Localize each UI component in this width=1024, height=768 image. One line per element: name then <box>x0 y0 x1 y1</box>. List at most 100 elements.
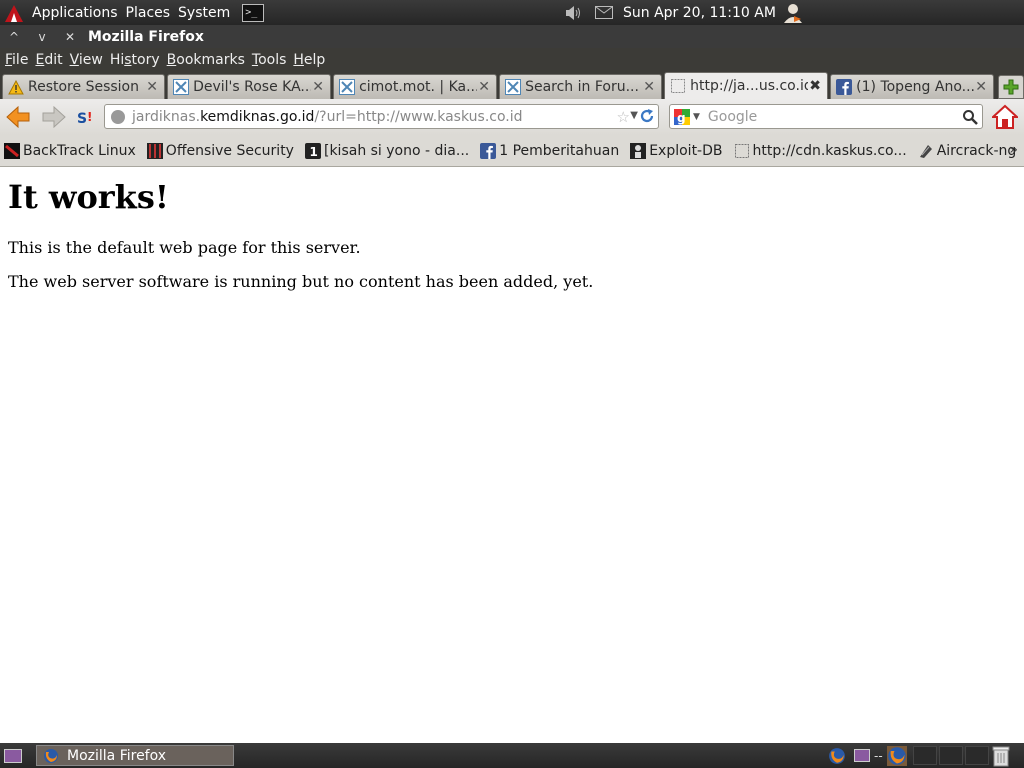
close-icon[interactable]: ✕ <box>477 79 491 95</box>
backtrack-logo-icon[interactable] <box>0 0 28 25</box>
search-bar[interactable]: g ▼ Google <box>669 104 983 129</box>
firefox-icon <box>44 748 58 763</box>
home-icon[interactable] <box>992 104 1018 130</box>
bookmark-offensive-security[interactable]: Offensive Security <box>146 142 294 159</box>
close-icon[interactable]: ✕ <box>145 79 159 95</box>
forward-button[interactable] <box>39 102 69 132</box>
workspace-2[interactable] <box>938 746 963 765</box>
stumbleupon-button[interactable]: S! <box>71 102 101 132</box>
firefox-icon[interactable] <box>828 747 846 765</box>
minimize-icon[interactable]: ^ <box>0 30 28 44</box>
stumbleupon-icon: S! <box>77 110 92 126</box>
bookmark-kisah-si-yono[interactable]: 1 [kisah si yono - dia... <box>304 142 469 159</box>
places-menu[interactable]: Places <box>122 5 175 21</box>
bookmark-backtrack[interactable]: BackTrack Linux <box>4 142 136 159</box>
url-prefix: jardiknas. <box>132 108 201 125</box>
menu-help[interactable]: Help <box>290 52 328 68</box>
aircrack-icon <box>919 144 932 158</box>
tab-restore-session[interactable]: Restore Session ✕ <box>2 74 166 99</box>
tab-devils-rose[interactable]: Devil's Rose KA... ✕ <box>167 74 332 99</box>
facebook-icon <box>480 142 497 159</box>
back-button[interactable] <box>3 102 33 132</box>
system-tray: Sun Apr 20, 11:10 AM <box>565 0 804 25</box>
tab-label: Restore Session <box>28 79 139 95</box>
workspace-1[interactable] <box>912 746 937 765</box>
url-bar[interactable]: jardiknas. kemdiknas.go.id/?url=http://ww… <box>104 104 659 129</box>
history-dropdown-icon[interactable]: ▼ <box>630 110 638 121</box>
exploitdb-icon <box>630 142 647 159</box>
search-engine-dropdown-icon[interactable]: ▼ <box>693 112 700 122</box>
tab-jardiknas[interactable]: http://ja...us.co.id ✖ <box>664 72 829 99</box>
workspace-3[interactable] <box>964 746 989 765</box>
system-menu[interactable]: System <box>174 5 234 21</box>
mail-icon[interactable] <box>595 6 613 19</box>
tab-search-forum[interactable]: Search in Foru... ✕ <box>499 74 663 99</box>
close-icon[interactable]: ✖ <box>808 78 822 94</box>
taskbar-window-label: Mozilla Firefox <box>67 747 167 764</box>
page-heading: It works! <box>8 178 169 216</box>
volume-icon[interactable] <box>565 5 583 21</box>
kaskus-icon <box>173 79 190 95</box>
maximize-icon[interactable]: v <box>28 30 56 44</box>
blank-page-icon <box>734 143 749 158</box>
offsec-icon <box>146 142 163 159</box>
close-icon[interactable]: ✕ <box>642 79 656 95</box>
clock[interactable]: Sun Apr 20, 11:10 AM <box>623 5 776 21</box>
show-desktop-icon[interactable] <box>4 748 22 763</box>
close-icon[interactable]: ✕ <box>311 79 325 95</box>
menu-file[interactable]: File <box>2 52 31 68</box>
user-icon[interactable] <box>782 2 804 24</box>
svg-text:S: S <box>77 111 87 126</box>
tab-cimot[interactable]: cimot.mot. | Ka... ✕ <box>333 74 498 99</box>
tab-strip: Restore Session ✕ Devil's Rose KA... ✕ c… <box>0 72 1024 99</box>
tab-label: Search in Foru... <box>525 79 639 95</box>
menu-edit[interactable]: Edit <box>32 52 65 68</box>
bookmark-star-icon[interactable]: ☆ <box>617 108 630 126</box>
reload-icon[interactable] <box>639 108 655 124</box>
terminal-launcher-icon[interactable]: >_ <box>242 3 265 22</box>
new-tab-button[interactable] <box>998 75 1024 99</box>
firefox-icon[interactable] <box>886 745 907 766</box>
kaskus-icon <box>339 79 356 95</box>
trash-icon[interactable] <box>991 745 1011 767</box>
back-arrow-icon <box>6 106 30 128</box>
menu-bookmarks[interactable]: Bookmarks <box>164 52 248 68</box>
search-icon[interactable] <box>962 109 978 125</box>
bookmark-label: Aircrack-ng <box>936 142 1017 159</box>
bookmarks-toolbar: BackTrack Linux Offensive Security 1 [ki… <box>0 135 1024 167</box>
forward-arrow-icon <box>42 106 66 128</box>
bottom-panel: Mozilla Firefox -- <box>0 743 1024 768</box>
window-list-icon[interactable] <box>854 749 870 762</box>
svg-text:g: g <box>677 111 686 125</box>
svg-text:1: 1 <box>309 145 317 159</box>
window-titlebar[interactable]: ^ v ✕ Mozilla Firefox <box>0 25 1024 48</box>
close-icon[interactable]: ✕ <box>56 30 84 44</box>
bookmark-exploit-db[interactable]: Exploit-DB <box>630 142 723 159</box>
bookmark-aircrack[interactable]: Aircrack-ng <box>918 142 1017 159</box>
tab-label: (1) Topeng Ano... <box>856 79 975 95</box>
bookmark-pemberitahuan[interactable]: 1 Pemberitahuan <box>480 142 619 159</box>
svg-text:!: ! <box>87 110 92 124</box>
blank-page-icon <box>670 78 686 94</box>
tab-label: Devil's Rose KA... <box>193 79 312 95</box>
menu-tools[interactable]: Tools <box>249 52 290 68</box>
bookmarks-overflow-chevron-icon[interactable]: » <box>1009 142 1018 158</box>
facebook-icon <box>836 79 853 95</box>
applications-menu[interactable]: Applications <box>28 5 122 21</box>
bookmark-label: BackTrack Linux <box>23 142 136 159</box>
bookmark-cdn-kaskus[interactable]: http://cdn.kaskus.co... <box>734 143 907 159</box>
url-host: kemdiknas.go.id <box>200 108 315 125</box>
taskbar-firefox-window[interactable]: Mozilla Firefox <box>36 745 234 766</box>
menu-history[interactable]: History <box>107 52 163 68</box>
warning-icon <box>8 79 24 95</box>
google-icon[interactable]: g <box>674 108 690 125</box>
tab-topeng[interactable]: (1) Topeng Ano... ✕ <box>830 74 995 99</box>
bottom-tray: -- <box>828 743 1011 768</box>
close-icon[interactable]: ✕ <box>974 79 988 95</box>
search-placeholder: Google <box>707 108 758 125</box>
menu-view[interactable]: View <box>67 52 106 68</box>
tab-label: http://ja...us.co.id <box>690 78 809 94</box>
bookmark-label: Offensive Security <box>165 142 294 159</box>
page-content: It works! This is the default web page f… <box>0 168 1024 743</box>
url-path: /?url=http://www.kaskus.co.id <box>314 108 523 125</box>
